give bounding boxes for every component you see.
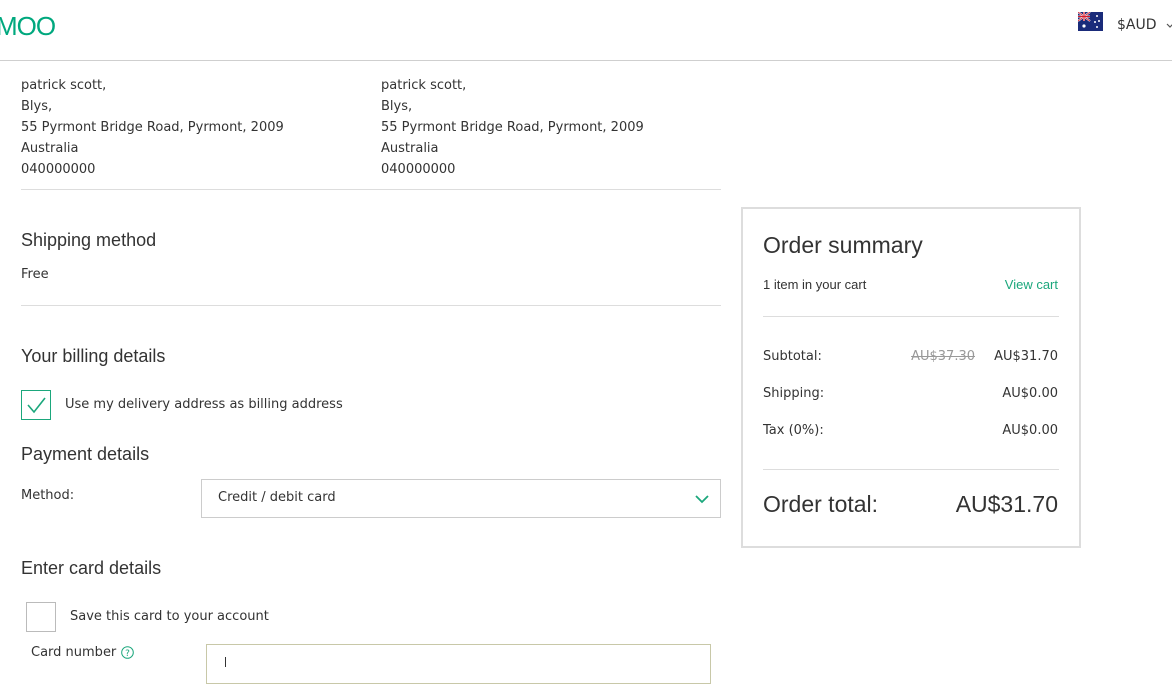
use-delivery-address-label[interactable]: Use my delivery address as billing addre… <box>65 397 343 412</box>
section-divider <box>21 189 721 190</box>
billing-address-line: 040000000 <box>381 162 456 177</box>
card-number-input[interactable] <box>206 644 711 684</box>
billing-address-line: 55 Pyrmont Bridge Road, Pyrmont, 2009 <box>381 120 644 135</box>
shipping-value: AU$0.00 <box>1002 386 1058 401</box>
billing-address-line: Blys, <box>381 99 413 114</box>
billing-details-title: Your billing details <box>21 346 166 366</box>
shipping-method-title: Shipping method <box>21 230 157 250</box>
delivery-address-line: Blys, <box>21 99 53 114</box>
help-icon[interactable]: ? <box>121 646 134 659</box>
checkmark-icon <box>27 397 46 414</box>
card-details-title: Enter card details <box>21 558 162 578</box>
card-number-label: Card number <box>31 645 117 660</box>
cart-item-count: 1 item in your cart <box>763 277 867 292</box>
order-total-value: AU$31.70 <box>955 491 1058 517</box>
summary-divider <box>763 469 1059 470</box>
delivery-address-line: Australia <box>21 141 79 156</box>
section-divider <box>21 305 721 306</box>
svg-text:?: ? <box>125 649 130 659</box>
billing-address-line: Australia <box>381 141 439 156</box>
shipping-method-value: Free <box>21 267 49 282</box>
subtotal-original-price: AU$37.30 <box>911 349 975 364</box>
payment-details-title: Payment details <box>21 444 150 464</box>
moo-logo[interactable]: MOO <box>0 10 56 42</box>
site-header: MOO $AUD <box>0 0 1172 61</box>
order-total-label: Order total: <box>763 491 879 517</box>
summary-divider <box>763 316 1059 317</box>
australia-flag-icon[interactable] <box>1078 12 1103 31</box>
chevron-down-icon <box>695 495 709 504</box>
subtotal-value: AU$31.70 <box>994 349 1058 364</box>
delivery-address-line: 040000000 <box>21 162 96 177</box>
tax-label: Tax (0%): <box>763 423 824 438</box>
save-card-label[interactable]: Save this card to your account <box>70 609 269 624</box>
delivery-address-line: 55 Pyrmont Bridge Road, Pyrmont, 2009 <box>21 120 284 135</box>
view-cart-link[interactable]: View cart <box>1005 277 1058 292</box>
save-card-checkbox[interactable] <box>26 602 56 632</box>
delivery-address-line: patrick scott, <box>21 78 107 93</box>
subtotal-label: Subtotal: <box>763 349 822 364</box>
order-summary-title: Order summary <box>763 232 923 258</box>
currency-selector[interactable]: $AUD <box>1117 17 1157 33</box>
payment-method-select[interactable]: Credit / debit card <box>201 479 721 518</box>
payment-method-value: Credit / debit card <box>218 490 336 505</box>
text-caret <box>225 657 226 667</box>
tax-value: AU$0.00 <box>1002 423 1058 438</box>
payment-method-label: Method: <box>21 488 75 503</box>
use-delivery-address-checkbox[interactable] <box>21 390 51 420</box>
billing-address-line: patrick scott, <box>381 78 467 93</box>
chevron-down-icon[interactable] <box>1166 22 1172 30</box>
shipping-label: Shipping: <box>763 386 825 401</box>
